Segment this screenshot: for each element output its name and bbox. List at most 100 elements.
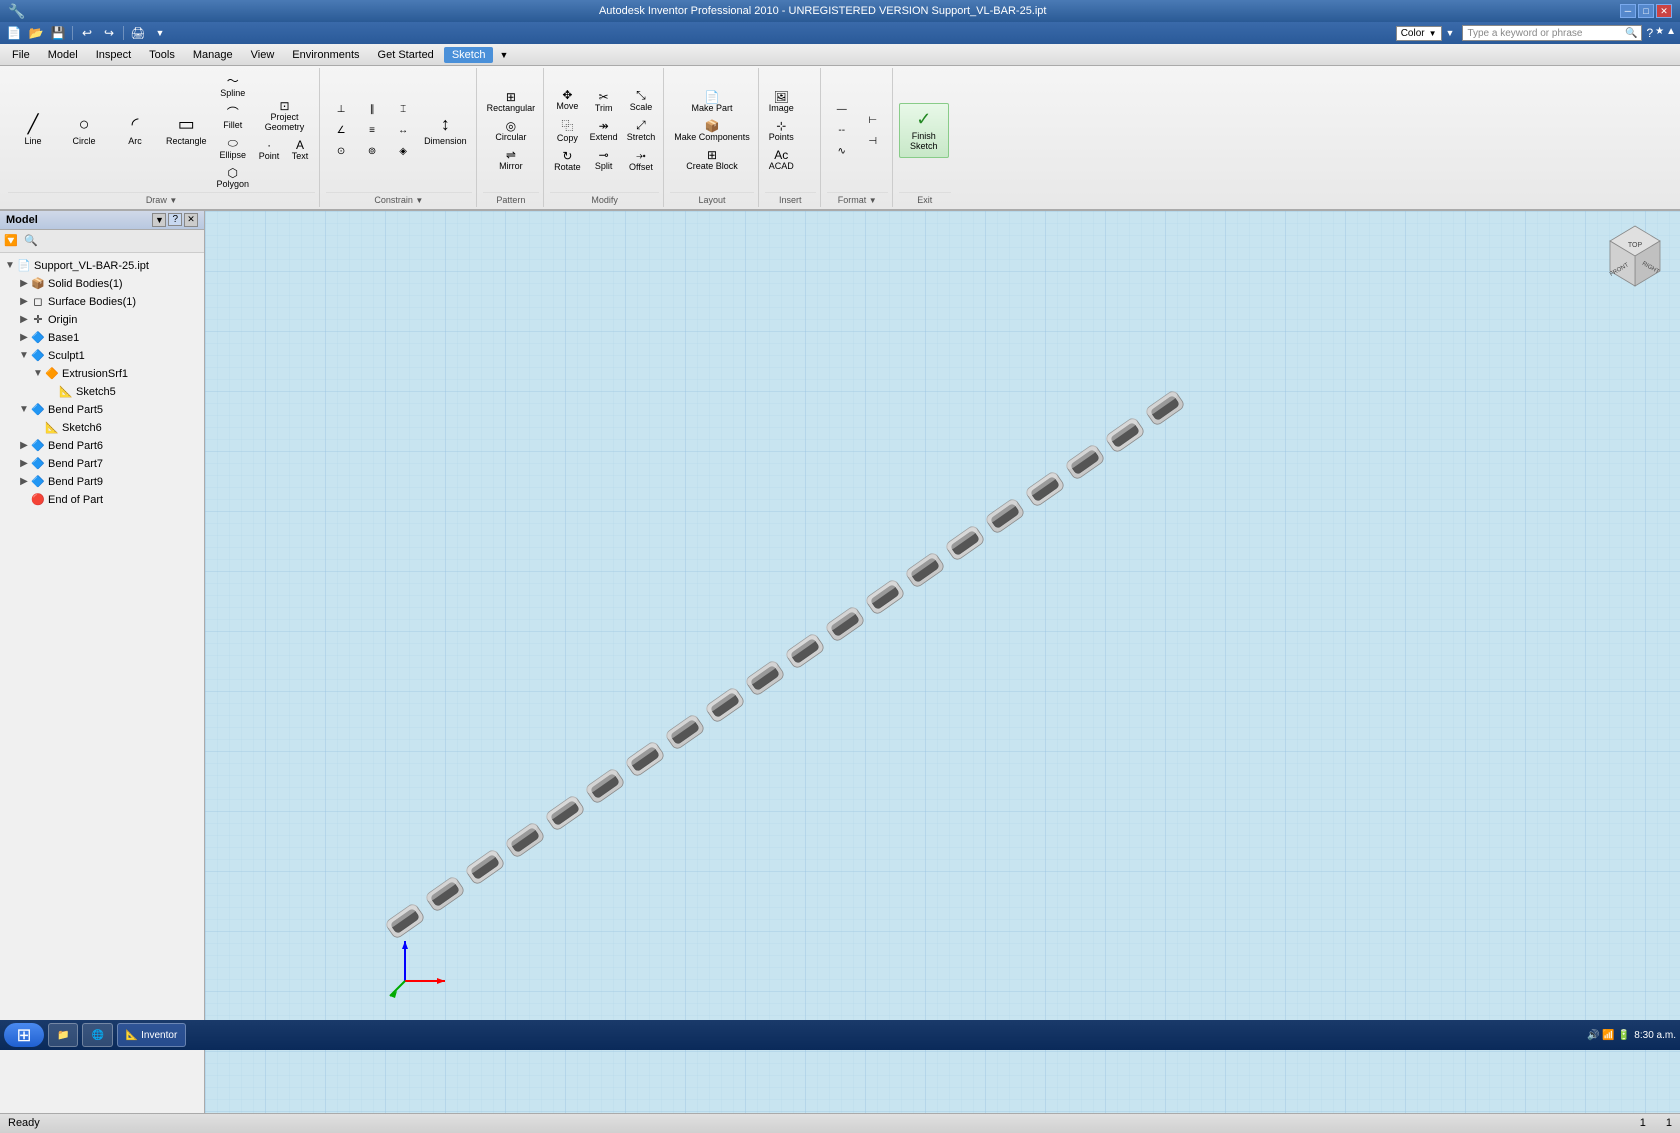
tree-expand-base1[interactable]: ▶ (18, 332, 30, 344)
tree-expand-surface[interactable]: ▶ (18, 296, 30, 308)
tree-item-endofpart[interactable]: 🔴End of Part (0, 491, 204, 509)
constrain-btn-1[interactable]: ⊥ (326, 100, 356, 120)
rotate-button[interactable]: ↻ Rotate (550, 147, 585, 175)
style-selector[interactable]: ▼ (1446, 28, 1455, 38)
constrain-btn-2[interactable]: ∥ (357, 100, 387, 120)
view-cube[interactable]: TOP RIGHT FRONT (1600, 221, 1670, 291)
project-geometry-button[interactable]: ⊡ ProjectGeometry (254, 97, 315, 135)
tree-expand-origin[interactable]: ▶ (18, 314, 30, 326)
format-group-label[interactable]: Format ▼ (827, 192, 888, 205)
constrain-btn-4[interactable]: ∠ (326, 121, 356, 141)
format-btn-5[interactable]: ⊣ (858, 131, 888, 151)
dimension-button[interactable]: ↕ Dimension (419, 103, 472, 158)
draw-group-label[interactable]: Draw ▼ (8, 192, 315, 205)
tree-item-sculpt1[interactable]: ▼🔷Sculpt1 (0, 347, 204, 365)
tree-item-origin[interactable]: ▶✛Origin (0, 311, 204, 329)
tree-expand-bendpart6[interactable]: ▶ (18, 440, 30, 452)
circular-button[interactable]: ◎ Circular (483, 117, 540, 145)
color-selector[interactable]: Color ▼ (1396, 26, 1442, 41)
taskbar-explorer-button[interactable]: 📁 (48, 1023, 78, 1047)
copy-button[interactable]: ⿻ Copy (550, 115, 585, 146)
scale-button[interactable]: ⤡ Scale (623, 86, 660, 115)
expand-button[interactable]: ▲ (1666, 26, 1676, 40)
close-button[interactable]: ✕ (1656, 4, 1672, 18)
tree-item-sketch5[interactable]: 📐Sketch5 (0, 383, 204, 401)
trim-button[interactable]: ✂ Trim (586, 88, 622, 116)
stretch-button[interactable]: ⤢ Stretch (623, 116, 660, 145)
constrain-btn-3[interactable]: ⌶ (388, 100, 418, 120)
format-btn-1[interactable]: — (827, 100, 857, 120)
tree-item-solid[interactable]: ▶📦Solid Bodies(1) (0, 275, 204, 293)
image-button[interactable]: 🖼 Image (765, 88, 798, 116)
menu-view[interactable]: View (243, 47, 283, 63)
menu-tools[interactable]: Tools (141, 47, 183, 63)
tree-expand-bendpart9[interactable]: ▶ (18, 476, 30, 488)
tree-expand-sketch6[interactable] (32, 422, 44, 434)
constrain-group-label[interactable]: Constrain ▼ (326, 192, 472, 205)
panel-close-button[interactable]: ✕ (184, 213, 198, 227)
qa-open-button[interactable]: 📂 (26, 24, 46, 42)
point-button[interactable]: · Point (254, 136, 284, 164)
constrain-btn-6[interactable]: ↔ (388, 121, 418, 141)
community-button[interactable]: ★ (1655, 26, 1664, 40)
make-part-button[interactable]: 📄 Make Part (670, 88, 754, 116)
minimize-button[interactable]: ─ (1620, 4, 1636, 18)
rectangular-button[interactable]: ⊞ Rectangular (483, 88, 540, 116)
help-search-button[interactable]: ? (1646, 26, 1653, 40)
menu-manage[interactable]: Manage (185, 47, 241, 63)
tree-item-bendpart6[interactable]: ▶🔷Bend Part6 (0, 437, 204, 455)
line-button[interactable]: ╱ Line (8, 103, 58, 158)
acad-button[interactable]: Ac ACAD (765, 146, 798, 174)
qa-print-button[interactable]: 🖨 (128, 24, 148, 42)
format-btn-2[interactable]: -- (827, 121, 857, 141)
menu-model[interactable]: Model (40, 47, 86, 63)
panel-help-button[interactable]: ? (168, 213, 182, 226)
format-btn-3[interactable]: ∿ (827, 142, 857, 162)
tree-item-bendpart7[interactable]: ▶🔷Bend Part7 (0, 455, 204, 473)
make-components-button[interactable]: 📦 Make Components (670, 117, 754, 145)
start-button[interactable]: ⊞ (4, 1023, 44, 1047)
viewport[interactable]: TOP RIGHT FRONT (205, 211, 1680, 1113)
panel-search-button[interactable]: 🔍 (22, 232, 40, 250)
points-button[interactable]: ⊹ Points (765, 117, 798, 145)
qa-redo-button[interactable]: ↪ (99, 24, 119, 42)
create-block-button[interactable]: ⊞ Create Block (670, 146, 754, 174)
tree-item-bendpart9[interactable]: ▶🔷Bend Part9 (0, 473, 204, 491)
menu-more[interactable]: ▼ (495, 48, 512, 62)
tree-expand-bendpart7[interactable]: ▶ (18, 458, 30, 470)
tree-item-base1[interactable]: ▶🔷Base1 (0, 329, 204, 347)
search-box[interactable]: Type a keyword or phrase 🔍 (1462, 25, 1642, 41)
constrain-btn-9[interactable]: ◈ (388, 142, 418, 162)
tree-expand-solid[interactable]: ▶ (18, 278, 30, 290)
ellipse-button[interactable]: ⬭ Ellipse (213, 134, 254, 163)
qa-new-button[interactable]: 📄 (4, 24, 24, 42)
menu-environments[interactable]: Environments (284, 47, 367, 63)
tree-item-sketch6[interactable]: 📐Sketch6 (0, 419, 204, 437)
format-btn-4[interactable]: ⊢ (858, 110, 888, 130)
circle-button[interactable]: ○ Circle (59, 103, 109, 158)
constrain-btn-8[interactable]: ⊚ (357, 142, 387, 162)
menu-file[interactable]: File (4, 47, 38, 63)
maximize-button[interactable]: □ (1638, 4, 1654, 18)
tree-item-extrusion[interactable]: ▼🔶ExtrusionSrf1 (0, 365, 204, 383)
tree-expand-bendpart5[interactable]: ▼ (18, 404, 30, 416)
tree-expand-root[interactable]: ▼ (4, 260, 16, 272)
panel-dropdown-button[interactable]: ▼ (152, 213, 166, 227)
polygon-button[interactable]: ⬡ Polygon (213, 164, 254, 192)
panel-filter-button[interactable]: 🔽 (2, 232, 20, 250)
spline-button[interactable]: 〜 Spline (213, 70, 254, 101)
menu-inspect[interactable]: Inspect (88, 47, 139, 63)
tree-item-bendpart5[interactable]: ▼🔷Bend Part5 (0, 401, 204, 419)
constrain-btn-5[interactable]: ≡ (357, 121, 387, 141)
tree-expand-sculpt1[interactable]: ▼ (18, 350, 30, 362)
qa-more-button[interactable]: ▼ (150, 24, 170, 42)
menu-get-started[interactable]: Get Started (370, 47, 442, 63)
menu-sketch[interactable]: Sketch (444, 47, 494, 63)
split-button[interactable]: ⊸ Split (586, 146, 622, 174)
taskbar-browser-button[interactable]: 🌐 (82, 1023, 112, 1047)
arc-button[interactable]: ◜ Arc (110, 103, 160, 158)
tree-expand-sketch5[interactable] (46, 386, 58, 398)
text-button[interactable]: A Text (285, 136, 315, 164)
qa-save-button[interactable]: 💾 (48, 24, 68, 42)
tree-item-root[interactable]: ▼📄Support_VL-BAR-25.ipt (0, 257, 204, 275)
